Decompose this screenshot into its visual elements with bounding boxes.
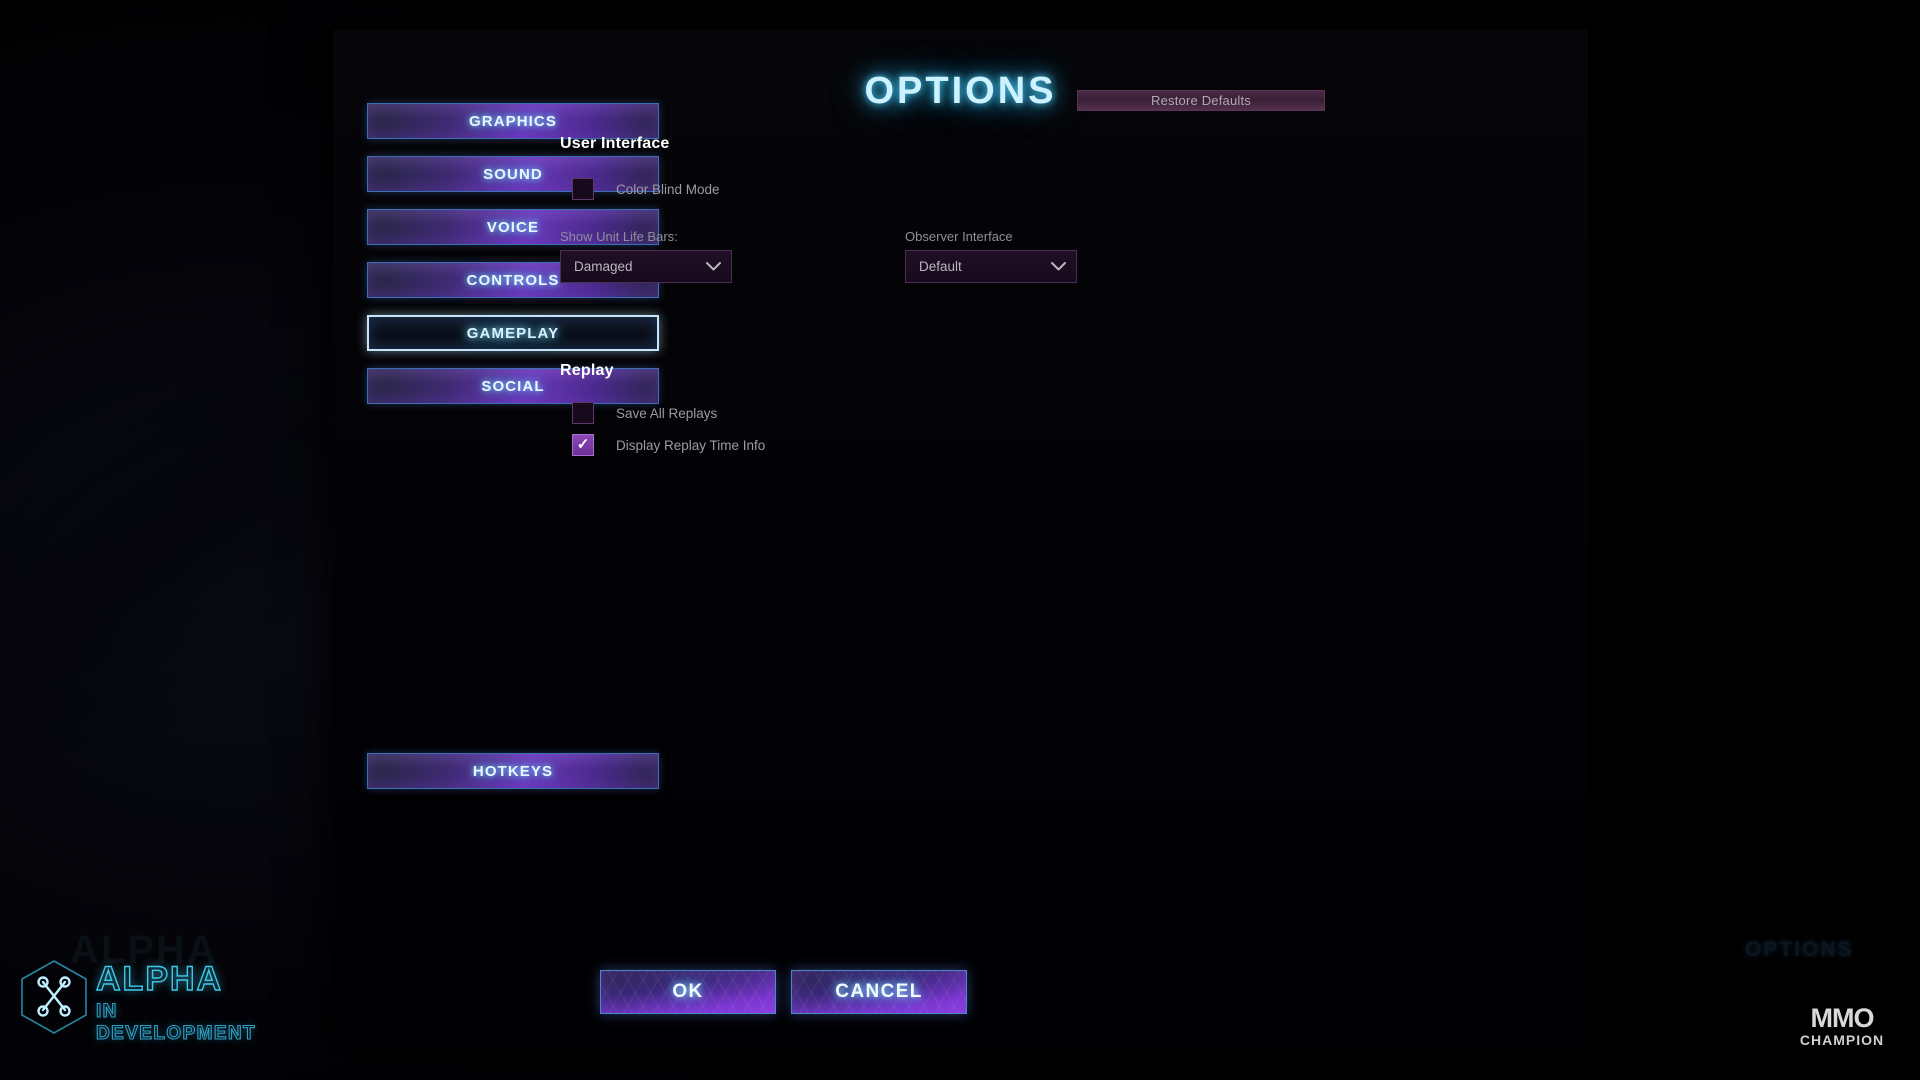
alpha-watermark-text: ALPHA IN DEVELOPMENT <box>95 959 258 1045</box>
background-light-sweep <box>0 0 330 1080</box>
observer-interface-dropdown[interactable]: Default <box>905 250 1077 283</box>
dropdown-row: Show Unit Life Bars: Damaged Observer In… <box>560 229 1580 283</box>
ok-button[interactable]: OK <box>600 970 776 1014</box>
show-unit-life-bars-dropdown[interactable]: Damaged <box>560 250 732 283</box>
sidebar-item-label: SOCIAL <box>481 377 545 395</box>
setting-row-display-replay-time-info: ✓ Display Replay Time Info <box>572 434 1580 456</box>
show-unit-life-bars-value: Damaged <box>574 259 633 274</box>
cancel-button-label: CANCEL <box>835 981 923 1002</box>
alpha-watermark-line1: ALPHA <box>95 959 224 998</box>
setting-observer-interface: Observer Interface Default <box>905 229 1205 283</box>
alpha-watermark-line2: IN DEVELOPMENT <box>95 1000 257 1044</box>
mmo-watermark-line1: MMO <box>1810 1003 1875 1034</box>
options-dialog: OPTIONS GRAPHICS SOUND VOICE CONTROLS GA… <box>333 30 1588 1052</box>
display-replay-time-info-checkbox[interactable]: ✓ <box>572 434 594 456</box>
sidebar-item-label: GAMEPLAY <box>466 324 560 342</box>
setting-row-save-all-replays: ✓ Save All Replays <box>572 402 1580 424</box>
save-all-replays-label: Save All Replays <box>616 405 718 421</box>
sidebar-item-graphics[interactable]: GRAPHICS <box>367 103 659 139</box>
hotkeys-button-label: HOTKEYS <box>472 762 554 780</box>
ok-button-label: OK <box>672 981 704 1002</box>
observer-interface-label: Observer Interface <box>905 229 1013 244</box>
display-replay-time-info-label: Display Replay Time Info <box>616 437 766 453</box>
observer-interface-value: Default <box>919 259 962 274</box>
mmo-champion-watermark: MMO CHAMPION <box>1786 1000 1898 1054</box>
background-ghost-title: OPTIONS <box>1745 938 1854 961</box>
sidebar-item-label: GRAPHICS <box>469 112 557 130</box>
show-unit-life-bars-label: Show Unit Life Bars: <box>560 229 678 244</box>
restore-defaults-label: Restore Defaults <box>1150 93 1252 108</box>
restore-defaults-button[interactable]: Restore Defaults <box>1077 90 1325 111</box>
section-heading-replay: Replay <box>560 362 614 379</box>
sidebar-item-label: CONTROLS <box>466 271 560 289</box>
cancel-button[interactable]: CANCEL <box>791 970 967 1014</box>
mmo-watermark-line2: CHAMPION <box>1799 1031 1885 1048</box>
setting-show-unit-life-bars: Show Unit Life Bars: Damaged <box>560 229 905 283</box>
alpha-in-development-watermark: ALPHA IN DEVELOPMENT <box>8 938 258 1048</box>
save-all-replays-checkbox[interactable]: ✓ <box>572 402 594 424</box>
section-heading-user-interface: User Interface <box>560 135 670 152</box>
sidebar-item-label: VOICE <box>486 218 540 236</box>
setting-row-color-blind-mode: ✓ Color Blind Mode <box>572 178 1580 200</box>
hotkeys-button[interactable]: HOTKEYS <box>367 753 659 789</box>
sidebar-item-label: SOUND <box>483 165 543 183</box>
color-blind-mode-checkbox[interactable]: ✓ <box>572 178 594 200</box>
settings-content: User Interface ✓ Color Blind Mode Show U… <box>560 135 1580 456</box>
color-blind-mode-label: Color Blind Mode <box>616 181 720 197</box>
checkmark-icon: ✓ <box>576 435 590 453</box>
chevron-down-icon <box>1051 262 1066 271</box>
hexagon-tools-icon <box>18 958 90 1041</box>
chevron-down-icon <box>706 262 721 271</box>
